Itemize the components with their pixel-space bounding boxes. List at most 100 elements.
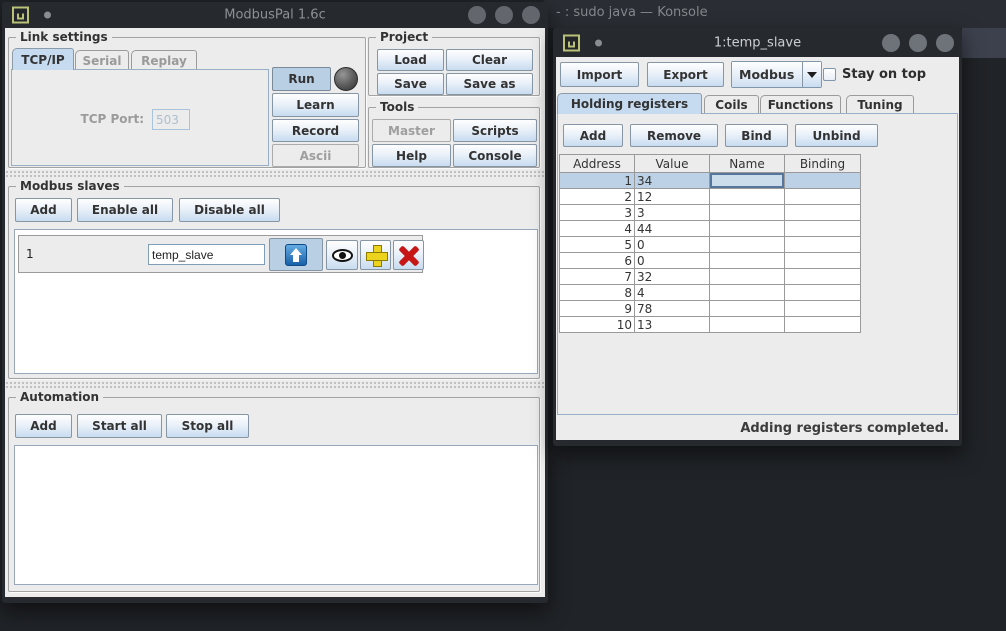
cell-value[interactable]: 0 [635, 237, 710, 253]
column-header-name[interactable]: Name [710, 155, 785, 173]
load-button[interactable]: Load [377, 49, 444, 71]
protocol-combobox[interactable]: Modbus [731, 61, 822, 88]
table-row[interactable]: 444 [560, 221, 861, 237]
cell-name[interactable] [710, 285, 785, 301]
slave-duplicate-button[interactable] [360, 240, 391, 270]
cell-binding[interactable] [785, 173, 861, 189]
table-row[interactable]: 84 [560, 285, 861, 301]
cell-address[interactable]: 10 [560, 317, 635, 333]
save-as-button[interactable]: Save as [446, 73, 533, 95]
minimize-button[interactable] [882, 34, 900, 52]
close-button[interactable] [936, 34, 954, 52]
slave-add-button[interactable]: Add [15, 198, 72, 222]
import-button[interactable]: Import [560, 62, 639, 87]
splitter-handle[interactable] [5, 170, 545, 178]
table-row[interactable]: 33 [560, 205, 861, 221]
column-header-value[interactable]: Value [635, 155, 710, 173]
register-add-button[interactable]: Add [563, 124, 623, 147]
tab-coils[interactable]: Coils [704, 95, 759, 114]
slave-name-input[interactable] [148, 244, 265, 265]
bind-button[interactable]: Bind [725, 124, 788, 147]
modbuspal-titlebar[interactable]: ModbusPal 1.6c [2, 2, 548, 28]
run-button[interactable]: Run [272, 67, 331, 91]
cell-name[interactable] [710, 269, 785, 285]
slave-delete-button[interactable] [393, 240, 424, 270]
cell-binding[interactable] [785, 237, 861, 253]
cell-address[interactable]: 8 [560, 285, 635, 301]
cell-value[interactable]: 78 [635, 301, 710, 317]
cell-name[interactable] [710, 221, 785, 237]
cell-binding[interactable] [785, 253, 861, 269]
tab-serial[interactable]: Serial [75, 50, 129, 70]
register-remove-button[interactable]: Remove [630, 124, 718, 147]
learn-button[interactable]: Learn [272, 93, 359, 117]
cell-value[interactable]: 44 [635, 221, 710, 237]
export-button[interactable]: Export [647, 62, 724, 87]
cell-binding[interactable] [785, 285, 861, 301]
clear-button[interactable]: Clear [446, 49, 533, 71]
tab-holding-registers[interactable]: Holding registers [557, 93, 702, 114]
help-button[interactable]: Help [372, 144, 451, 167]
cell-name[interactable] [710, 205, 785, 221]
maximize-button[interactable] [495, 6, 513, 24]
tab-tuning[interactable]: Tuning [846, 95, 914, 114]
enable-all-button[interactable]: Enable all [77, 198, 173, 222]
konsole-titlebar[interactable]: - : sudo java — Konsole [544, 0, 1006, 28]
cell-value[interactable]: 13 [635, 317, 710, 333]
cell-binding[interactable] [785, 301, 861, 317]
cell-binding[interactable] [785, 317, 861, 333]
close-button[interactable] [522, 6, 540, 24]
disable-all-button[interactable]: Disable all [179, 198, 280, 222]
cell-value[interactable]: 32 [635, 269, 710, 285]
slave-enable-toggle[interactable] [269, 238, 323, 271]
slave-row[interactable]: 1 [18, 235, 423, 273]
stay-on-top-checkbox[interactable] [823, 68, 836, 81]
cell-name[interactable] [710, 237, 785, 253]
splitter-handle-2[interactable] [5, 381, 545, 389]
cell-value[interactable]: 0 [635, 253, 710, 269]
minimize-button[interactable] [468, 6, 486, 24]
slave-view-button[interactable] [326, 240, 358, 270]
automation-add-button[interactable]: Add [15, 414, 72, 438]
scripts-button[interactable]: Scripts [453, 119, 537, 142]
stop-all-button[interactable]: Stop all [166, 414, 249, 438]
tab-functions[interactable]: Functions [760, 95, 841, 114]
start-all-button[interactable]: Start all [77, 414, 162, 438]
cell-address[interactable]: 3 [560, 205, 635, 221]
cell-address[interactable]: 9 [560, 301, 635, 317]
table-row[interactable]: 134 [560, 173, 861, 189]
tab-tcpip[interactable]: TCP/IP [12, 48, 74, 70]
console-button[interactable]: Console [453, 144, 537, 167]
table-row[interactable]: 978 [560, 301, 861, 317]
table-row[interactable]: 50 [560, 237, 861, 253]
column-header-binding[interactable]: Binding [785, 155, 861, 173]
cell-name[interactable] [710, 189, 785, 205]
cell-address[interactable]: 4 [560, 221, 635, 237]
maximize-button[interactable] [909, 34, 927, 52]
ascii-button[interactable]: Ascii [272, 144, 359, 167]
cell-name[interactable] [710, 301, 785, 317]
column-header-address[interactable]: Address [560, 155, 635, 173]
cell-address[interactable]: 5 [560, 237, 635, 253]
table-row[interactable]: 60 [560, 253, 861, 269]
unbind-button[interactable]: Unbind [795, 124, 878, 147]
cell-value[interactable]: 3 [635, 205, 710, 221]
cell-value[interactable]: 12 [635, 189, 710, 205]
tab-replay[interactable]: Replay [131, 50, 197, 70]
cell-binding[interactable] [785, 269, 861, 285]
cell-binding[interactable] [785, 189, 861, 205]
table-row[interactable]: 1013 [560, 317, 861, 333]
cell-address[interactable]: 1 [560, 173, 635, 189]
cell-address[interactable]: 7 [560, 269, 635, 285]
cell-name[interactable] [710, 173, 785, 189]
tcp-port-field[interactable]: 503 [152, 109, 190, 130]
cell-binding[interactable] [785, 205, 861, 221]
cell-address[interactable]: 6 [560, 253, 635, 269]
cell-address[interactable]: 2 [560, 189, 635, 205]
cell-name[interactable] [710, 317, 785, 333]
cell-value[interactable]: 34 [635, 173, 710, 189]
record-button[interactable]: Record [272, 119, 359, 142]
chevron-down-icon[interactable] [802, 62, 821, 87]
save-button[interactable]: Save [377, 73, 444, 95]
cell-binding[interactable] [785, 221, 861, 237]
